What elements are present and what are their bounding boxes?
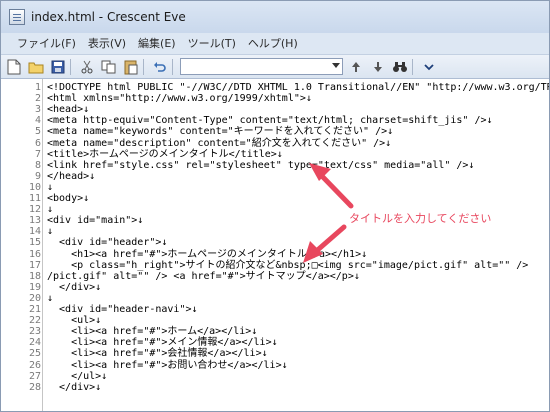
code-line: <li><a href="#">会社情報</a></li>↓ [47, 348, 268, 360]
code-area[interactable]: <!DOCTYPE html PUBLIC "-//W3C//DTD XHTML… [47, 79, 549, 411]
line-number: 6 [34, 137, 41, 149]
line-number: 24 [28, 337, 41, 349]
line-number: 22 [28, 315, 41, 327]
search-next-icon[interactable] [369, 58, 387, 76]
code-line: <div id="header">↓ [47, 237, 168, 249]
menu-bar: ファイル(F) 表示(V) 編集(E) ツール(T) ヘルプ(H) [1, 33, 549, 55]
menu-view[interactable]: 表示(V) [82, 33, 132, 55]
code-line: <meta name="keywords" content="キーワードを入れて… [47, 126, 394, 138]
code-line: ↓ [47, 226, 54, 238]
code-line: ↓ [47, 204, 54, 216]
title-bar: index.html - Crescent Eve [1, 1, 549, 33]
code-line: <li><a href="#">お問い合わせ</a></li>↓ [47, 359, 288, 371]
line-number: 10 [28, 181, 41, 193]
line-number: 19 [28, 281, 41, 293]
annotation-label: タイトルを入力してください [349, 212, 492, 225]
line-number: 17 [28, 259, 41, 271]
menu-file[interactable]: ファイル(F) [11, 33, 82, 55]
line-number: 16 [28, 248, 41, 260]
code-line: </head>↓ [47, 170, 96, 182]
line-number: 20 [28, 292, 41, 304]
toolbar-separator [70, 58, 71, 75]
line-number: 9 [34, 170, 41, 182]
line-number: 18 [28, 270, 41, 282]
code-line: <div id="header-navi">↓ [47, 304, 198, 315]
toolbar-options-icon[interactable] [420, 58, 438, 76]
line-number: 8 [34, 159, 41, 171]
code-line: </div>↓ [47, 381, 102, 393]
chevron-down-icon[interactable] [332, 63, 340, 68]
binoculars-icon[interactable] [391, 58, 409, 76]
line-number: 14 [28, 226, 41, 238]
code-line: <body>↓ [47, 193, 90, 204]
code-line: <meta http-equiv="Content-Type" content=… [47, 115, 493, 127]
line-number: 21 [28, 304, 41, 315]
code-editor[interactable]: 1 2 3 4 5 6 7 8 9 10 11 12 13 14 15 16 17 18 19 20 21 22 23 24 2… [1, 79, 549, 411]
line-number: 23 [28, 326, 41, 338]
line-number: 27 [28, 370, 41, 382]
line-number: 15 [28, 237, 41, 249]
line-number: 3 [34, 104, 41, 116]
search-previous-icon[interactable] [347, 58, 365, 76]
code-line: <div id="main">↓ [47, 215, 144, 227]
line-number: 11 [28, 193, 41, 204]
open-folder-icon[interactable] [27, 58, 45, 76]
code-line: <meta name="description" content="紹介文を入れ… [47, 137, 392, 149]
editor-window: index.html - Crescent Eve ファイル(F) 表示(V) … [0, 0, 550, 412]
toolbar [1, 55, 549, 79]
code-line: ↓ [47, 292, 54, 304]
code-line: <title>ホームページのメインタイトル</title>↓ [47, 148, 283, 160]
line-number: 28 [28, 381, 41, 393]
line-number: 12 [28, 204, 41, 216]
code-line: /pict.gif" alt="" /> <a href="#">サイトマップ<… [47, 270, 360, 282]
menu-help[interactable]: ヘルプ(H) [242, 33, 304, 55]
menu-tools[interactable]: ツール(T) [182, 33, 242, 55]
code-line: <li><a href="#">メイン情報</a></li>↓ [47, 337, 278, 349]
code-line: </div>↓ [47, 281, 102, 293]
search-combo[interactable] [180, 58, 343, 75]
paste-icon[interactable] [122, 58, 140, 76]
code-line: </ul>↓ [47, 370, 108, 382]
line-number: 13 [28, 215, 41, 227]
copy-icon[interactable] [100, 58, 118, 76]
line-number: 5 [34, 126, 41, 138]
code-line: <ul>↓ [47, 315, 102, 327]
code-line: <head>↓ [47, 104, 90, 116]
line-number: 1 [34, 82, 41, 93]
menu-edit[interactable]: 編集(E) [132, 33, 182, 55]
app-icon [9, 9, 25, 25]
cut-icon[interactable] [78, 58, 96, 76]
code-line: <li><a href="#">ホーム</a></li>↓ [47, 326, 258, 338]
line-number: 26 [28, 359, 41, 371]
undo-icon[interactable] [151, 58, 169, 76]
code-line: <html xmlns="http://www.w3.org/1999/xhtm… [47, 93, 312, 105]
line-number: 7 [34, 148, 41, 160]
code-line: <h1><a href="#">ホームページのメインタイトル</a></h1>↓ [47, 248, 368, 260]
toolbar-separator [143, 58, 144, 75]
line-number: 25 [28, 348, 41, 360]
code-line: <link href="style.css" rel="stylesheet" … [47, 159, 475, 171]
line-number: 4 [34, 115, 41, 127]
line-number: 2 [34, 93, 41, 105]
save-icon[interactable] [49, 58, 67, 76]
toolbar-separator [172, 58, 173, 75]
code-line: ↓ [47, 181, 54, 193]
line-number-gutter: 1 2 3 4 5 6 7 8 9 10 11 12 13 14 15 16 17 18 19 20 21 22 23 24 2… [1, 79, 43, 411]
code-line: <!DOCTYPE html PUBLIC "-//W3C//DTD XHTML… [47, 82, 549, 93]
new-file-icon[interactable] [5, 58, 23, 76]
toolbar-separator [412, 58, 413, 75]
window-title: index.html - Crescent Eve [31, 10, 186, 24]
code-line: <p class="h_right">サイトの紹介文など&nbsp;□<img … [47, 259, 529, 271]
